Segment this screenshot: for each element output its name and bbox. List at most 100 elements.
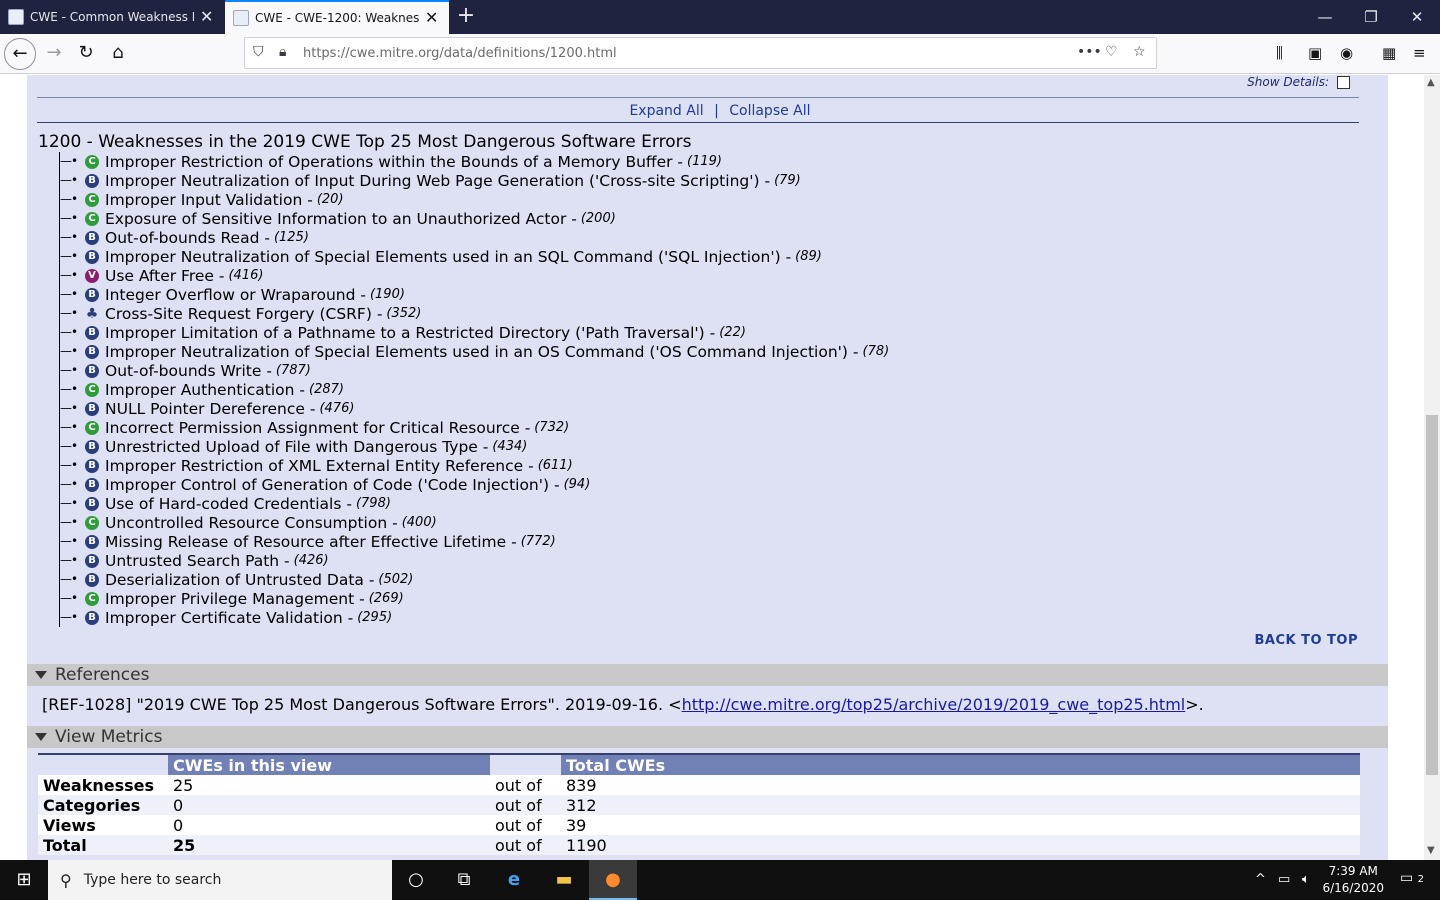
- account-icon[interactable]: ◉: [1340, 44, 1353, 62]
- tree-item-name[interactable]: Out-of-bounds Read -: [105, 229, 270, 247]
- tab-cwe-home[interactable]: CWE - Common Weakness Enu ✕: [0, 0, 222, 34]
- tab-close-icon[interactable]: ✕: [200, 9, 213, 25]
- tree-item[interactable]: B Improper Control of Generation of Code …: [59, 475, 889, 494]
- tree-item-name[interactable]: Improper Neutralization of Special Eleme…: [105, 248, 791, 266]
- tab-cwe-1200[interactable]: CWE - CWE-1200: Weaknesses ✕: [225, 0, 449, 34]
- windows-start-icon[interactable]: ⊞: [0, 860, 48, 900]
- minimize-icon[interactable]: —: [1302, 0, 1348, 34]
- tree-item-name[interactable]: Use of Hard-coded Credentials -: [105, 495, 352, 513]
- tree-item-name[interactable]: Integer Overflow or Wraparound -: [105, 286, 366, 304]
- tree-item[interactable]: B Use of Hard-coded Credentials -(798): [59, 494, 889, 513]
- url-text[interactable]: https://cwe.mitre.org/data/definitions/1…: [303, 46, 617, 61]
- reload-button[interactable]: ↻: [70, 38, 102, 70]
- tree-item[interactable]: B Missing Release of Resource after Effec…: [59, 532, 889, 551]
- new-tab-button[interactable]: +: [452, 0, 480, 34]
- cortana-icon[interactable]: ○: [392, 860, 440, 900]
- tree-item[interactable]: B Improper Neutralization of Special Elem…: [59, 247, 889, 266]
- edge-icon[interactable]: e: [490, 860, 538, 900]
- tree-item-name[interactable]: Improper Neutralization of Special Eleme…: [105, 343, 859, 361]
- tree-item-name[interactable]: Improper Restriction of Operations withi…: [105, 153, 683, 171]
- sidebar-icon[interactable]: ▣: [1308, 44, 1322, 62]
- tree-item-name[interactable]: Deserialization of Untrusted Data -: [105, 571, 374, 589]
- tree-item-name[interactable]: Cross-Site Request Forgery (CSRF) -: [105, 305, 382, 323]
- tree-item[interactable]: C Improper Input Validation -(20): [59, 190, 889, 209]
- back-to-top-link[interactable]: BACK TO TOP: [1254, 633, 1358, 648]
- tree-item[interactable]: C Uncontrolled Resource Consumption -(400…: [59, 513, 889, 532]
- tree-item-name[interactable]: Improper Certificate Validation -: [105, 609, 353, 627]
- task-view-icon[interactable]: ⧉: [440, 860, 488, 900]
- page-actions-icon[interactable]: •••: [1077, 44, 1102, 60]
- tree-item[interactable]: B Untrusted Search Path -(426): [59, 551, 889, 570]
- tree-item-name[interactable]: Unrestricted Upload of File with Dangero…: [105, 438, 488, 456]
- file-explorer-icon[interactable]: ▬: [540, 860, 588, 900]
- tree-item[interactable]: ♣ Cross-Site Request Forgery (CSRF) - (352…: [59, 304, 889, 323]
- bookmark-star-icon[interactable]: ☆: [1133, 44, 1146, 60]
- tree-title[interactable]: 1200 - Weaknesses in the 2019 CWE Top 25…: [38, 132, 691, 152]
- library-icon[interactable]: ⫼: [1276, 44, 1283, 62]
- tree-item[interactable]: C Improper Authentication - (287): [59, 380, 889, 399]
- tree-item-name[interactable]: Untrusted Search Path -: [105, 552, 290, 570]
- tree-item[interactable]: V Use After Free - (416): [59, 266, 889, 285]
- collapse-triangle-icon[interactable]: [35, 671, 47, 679]
- back-button[interactable]: ←: [4, 38, 36, 70]
- tree-item-name[interactable]: Improper Limitation of a Pathname to a R…: [105, 324, 715, 342]
- scroll-up-icon[interactable]: ▲: [1427, 77, 1435, 88]
- extensions-icon[interactable]: ▦: [1382, 44, 1396, 62]
- tree-item[interactable]: C Improper Restriction of Operations with…: [59, 152, 889, 171]
- lock-icon[interactable]: 🔒︎: [279, 44, 286, 60]
- tree-item[interactable]: C Incorrect Permission Assignment for Cri…: [59, 418, 889, 437]
- tree-item[interactable]: B Improper Neutralization of Input During…: [59, 171, 889, 190]
- tree-item[interactable]: B Unrestricted Upload of File with Danger…: [59, 437, 889, 456]
- references-header[interactable]: References: [27, 664, 1388, 686]
- tree-item-name[interactable]: NULL Pointer Dereference -: [105, 400, 315, 418]
- clock[interactable]: 7:39 AM 6/16/2020: [1322, 863, 1384, 897]
- home-button[interactable]: ⌂: [102, 38, 134, 70]
- tree-item[interactable]: B Improper Restriction of XML External En…: [59, 456, 889, 475]
- tree-item-name[interactable]: Improper Restriction of XML External Ent…: [105, 457, 534, 475]
- url-bar[interactable]: ⛉ 🔒︎ https://cwe.mitre.org/data/definiti…: [244, 37, 1157, 69]
- tree-item-name[interactable]: Improper Privilege Management -: [105, 590, 365, 608]
- scroll-thumb[interactable]: [1426, 415, 1438, 775]
- tree-item-name[interactable]: Incorrect Permission Assignment for Crit…: [105, 419, 530, 437]
- tree-item[interactable]: B Deserialization of Untrusted Data - (502…: [59, 570, 889, 589]
- tray-chevron-icon[interactable]: ^: [1255, 872, 1266, 887]
- tree-item-name[interactable]: Exposure of Sensitive Information to an …: [105, 210, 577, 228]
- tree-item-name[interactable]: Improper Authentication -: [105, 381, 305, 399]
- tree-item[interactable]: B Out-of-bounds Read -(125): [59, 228, 889, 247]
- pocket-icon[interactable]: ♡: [1105, 44, 1118, 60]
- tree-item[interactable]: B NULL Pointer Dereference - (476): [59, 399, 889, 418]
- forward-button[interactable]: →: [38, 38, 70, 70]
- tree-item-name[interactable]: Out-of-bounds Write -: [105, 362, 272, 380]
- scroll-down-icon[interactable]: ▼: [1427, 845, 1435, 856]
- volume-icon[interactable]: 🔈︎: [1302, 872, 1310, 887]
- tree-item[interactable]: B Out-of-bounds Write -(787): [59, 361, 889, 380]
- tree-item[interactable]: B Improper Certificate Validation - (295): [59, 608, 889, 627]
- view-metrics-header[interactable]: View Metrics: [27, 726, 1388, 748]
- tree-item-name[interactable]: Improper Control of Generation of Code (…: [105, 476, 560, 494]
- tree-item[interactable]: B Integer Overflow or Wraparound -(190): [59, 285, 889, 304]
- restore-icon[interactable]: ❐: [1348, 0, 1394, 34]
- tree-item-name[interactable]: Use After Free -: [105, 267, 224, 285]
- taskbar-search[interactable]: ⚲ Type here to search: [48, 860, 392, 900]
- close-icon[interactable]: ✕: [1394, 0, 1440, 34]
- tree-item-name[interactable]: Improper Neutralization of Input During …: [105, 172, 770, 190]
- tab-close-icon[interactable]: ✕: [425, 10, 438, 26]
- tree-item-name[interactable]: Uncontrolled Resource Consumption -: [105, 514, 398, 532]
- menu-icon[interactable]: ≡: [1413, 44, 1426, 62]
- collapse-triangle-icon[interactable]: [35, 733, 47, 741]
- tree-item[interactable]: B Improper Neutralization of Special Elem…: [59, 342, 889, 361]
- shield-icon[interactable]: ⛉: [253, 44, 264, 60]
- tree-item-name[interactable]: Improper Input Validation -: [105, 191, 313, 209]
- metric-label: Total: [38, 835, 168, 855]
- tree-connector: [59, 342, 85, 361]
- tree-item[interactable]: C Exposure of Sensitive Information to an…: [59, 209, 889, 228]
- tree-item[interactable]: B Improper Limitation of a Pathname to a …: [59, 323, 889, 342]
- notifications-icon[interactable]: ▭ 2: [1400, 870, 1424, 886]
- tree-item[interactable]: C Improper Privilege Management -(269): [59, 589, 889, 608]
- firefox-icon[interactable]: ●: [589, 860, 637, 900]
- network-icon[interactable]: ▭: [1278, 872, 1290, 887]
- tree-item-name[interactable]: Missing Release of Resource after Effect…: [105, 533, 517, 551]
- reference-link[interactable]: http://cwe.mitre.org/top25/archive/2019/…: [682, 695, 1186, 714]
- base-icon: B: [85, 325, 99, 340]
- page-scrollbar[interactable]: ▲ ▼: [1424, 75, 1440, 860]
